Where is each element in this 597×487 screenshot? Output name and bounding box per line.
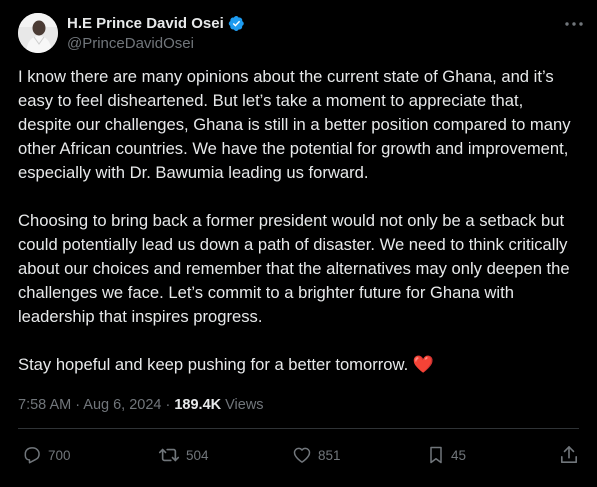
bookmark-count: 45 [451, 447, 467, 463]
like-button[interactable]: 851 [292, 445, 341, 465]
divider [18, 428, 579, 429]
heart-emoji: ❤️ [412, 355, 434, 374]
timestamp[interactable]: 7:58 AM · Aug 6, 2024 [18, 397, 162, 413]
share-icon [560, 446, 578, 464]
reply-button[interactable]: 700 [22, 445, 71, 465]
profile-photo-icon [18, 13, 58, 53]
like-count: 851 [318, 447, 341, 463]
meta-separator: · [165, 397, 171, 413]
reply-count: 700 [48, 447, 71, 463]
like-icon [293, 447, 311, 463]
repost-button[interactable]: 504 [158, 445, 209, 465]
action-bar: 700 504 851 45 [0, 440, 597, 474]
bookmark-icon [430, 446, 442, 464]
display-name[interactable]: H.E Prince David Osei [67, 15, 224, 32]
repost-count: 504 [186, 447, 209, 463]
views-count: 189.4K [174, 397, 222, 413]
author-handle[interactable]: @PrinceDavidOsei [67, 35, 194, 52]
author-name-row: H.E Prince David Osei [67, 13, 245, 33]
views-label: Views [225, 397, 264, 413]
tweet-paragraph-last: Stay hopeful and keep pushing for a bett… [18, 353, 578, 377]
more-dots-icon [565, 22, 583, 26]
tweet-paragraph: I know there are many opinions about the… [18, 67, 571, 182]
more-options-button[interactable] [563, 14, 585, 34]
tweet: H.E Prince David Osei @PrinceDavidOsei I… [0, 0, 597, 487]
tweet-text: I know there are many opinions about the… [18, 65, 578, 377]
tweet-meta: 7:58 AM · Aug 6, 2024 · 189.4K Views [18, 397, 264, 413]
verified-badge-icon [228, 15, 244, 31]
avatar[interactable] [18, 13, 58, 53]
bookmark-button[interactable]: 45 [427, 445, 466, 465]
reply-icon [24, 447, 40, 464]
tweet-paragraph: Choosing to bring back a former presiden… [18, 211, 570, 326]
share-button[interactable] [560, 445, 578, 465]
tweet-paragraph-text: Stay hopeful and keep pushing for a bett… [18, 355, 409, 374]
repost-icon [158, 448, 180, 462]
